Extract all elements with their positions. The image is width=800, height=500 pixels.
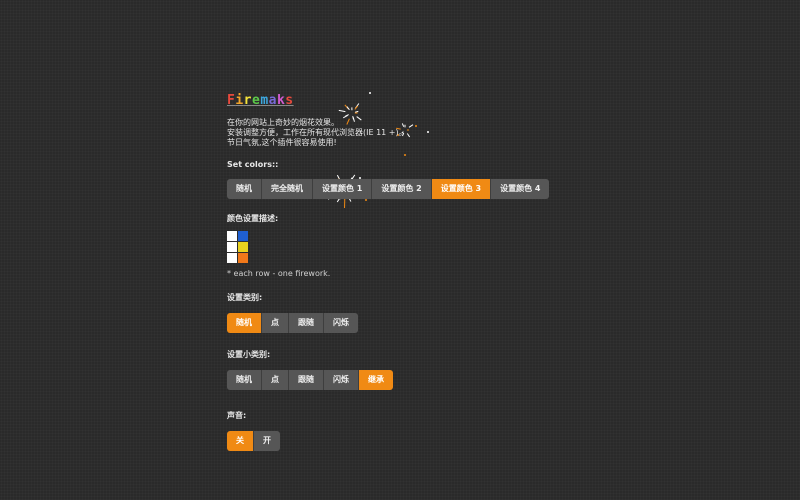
color-desc-note: * each row - one firework. bbox=[227, 269, 331, 278]
color-swatch-grid bbox=[227, 231, 587, 263]
type-title: 设置类别: bbox=[227, 293, 263, 302]
color-swatch bbox=[238, 253, 248, 263]
colors-button[interactable]: 随机 bbox=[227, 179, 262, 199]
color-swatch bbox=[238, 242, 248, 252]
description-line: 安装调整方便，工作在所有现代浏览器(IE 11 +)。 bbox=[227, 128, 407, 137]
colors-button[interactable]: 设置颜色 1 bbox=[313, 179, 373, 199]
subtype-button-group: 随机点跟随 闪烁 继承 bbox=[227, 370, 393, 390]
subtype-title: 设置小类别: bbox=[227, 350, 271, 359]
colors-title: Set colors:: bbox=[227, 160, 279, 169]
logo-letter: i bbox=[235, 93, 244, 108]
logo-letter: a bbox=[268, 93, 277, 108]
page: Firemaks 在你的网站上奇妙的烟花效果。 安装调整方便，工作在所有现代浏览… bbox=[0, 0, 800, 500]
description-line: 节日气氛,这个插件很容易使用! bbox=[227, 138, 337, 147]
logo-letter: m bbox=[260, 93, 269, 108]
settings-panel: Firemaks 在你的网站上奇妙的烟花效果。 安装调整方便，工作在所有现代浏览… bbox=[227, 92, 587, 457]
colors-button[interactable]: 设置颜色 2 bbox=[372, 179, 432, 199]
colors-button[interactable]: 设置颜色 4 bbox=[491, 179, 550, 199]
sound-title: 声音: bbox=[227, 411, 247, 420]
color-swatch bbox=[227, 231, 237, 241]
subtype-button[interactable]: 继承 bbox=[359, 370, 393, 390]
type-button[interactable]: 随机 bbox=[227, 313, 262, 333]
colors-button[interactable]: 完全随机 bbox=[262, 179, 313, 199]
firemaks-logo: Firemaks bbox=[227, 92, 587, 110]
logo-letter: s bbox=[285, 93, 294, 108]
sound-button[interactable]: 关 bbox=[227, 431, 254, 451]
color-swatch bbox=[238, 231, 248, 241]
type-button-group: 随机点跟随 闪烁 bbox=[227, 313, 358, 333]
sound-button[interactable]: 开 bbox=[254, 431, 280, 451]
color-desc-title: 颜色设置描述: bbox=[227, 214, 279, 223]
subtype-button[interactable]: 点 bbox=[262, 370, 289, 390]
subtype-button[interactable]: 随机 bbox=[227, 370, 262, 390]
subtype-button[interactable]: 闪烁 bbox=[324, 370, 359, 390]
type-button[interactable]: 点 bbox=[262, 313, 289, 333]
colors-button[interactable]: 设置颜色 3 bbox=[431, 179, 492, 199]
type-button[interactable]: 跟随 bbox=[289, 313, 324, 333]
colors-button-group: 随机 完全随机 设置颜色 1 设置颜色 2 设置颜色 3 设置颜色 4 bbox=[227, 179, 550, 199]
description-line: 在你的网站上奇妙的烟花效果。 bbox=[227, 118, 339, 127]
type-button[interactable]: 闪烁 bbox=[324, 313, 358, 333]
description: 在你的网站上奇妙的烟花效果。 安装调整方便，工作在所有现代浏览器(IE 11 +… bbox=[227, 118, 587, 148]
color-swatch bbox=[227, 253, 237, 263]
logo-letter: r bbox=[243, 93, 252, 108]
color-swatch bbox=[227, 242, 237, 252]
subtype-button[interactable]: 跟随 bbox=[289, 370, 324, 390]
sound-button-group: 关开 bbox=[227, 431, 280, 451]
